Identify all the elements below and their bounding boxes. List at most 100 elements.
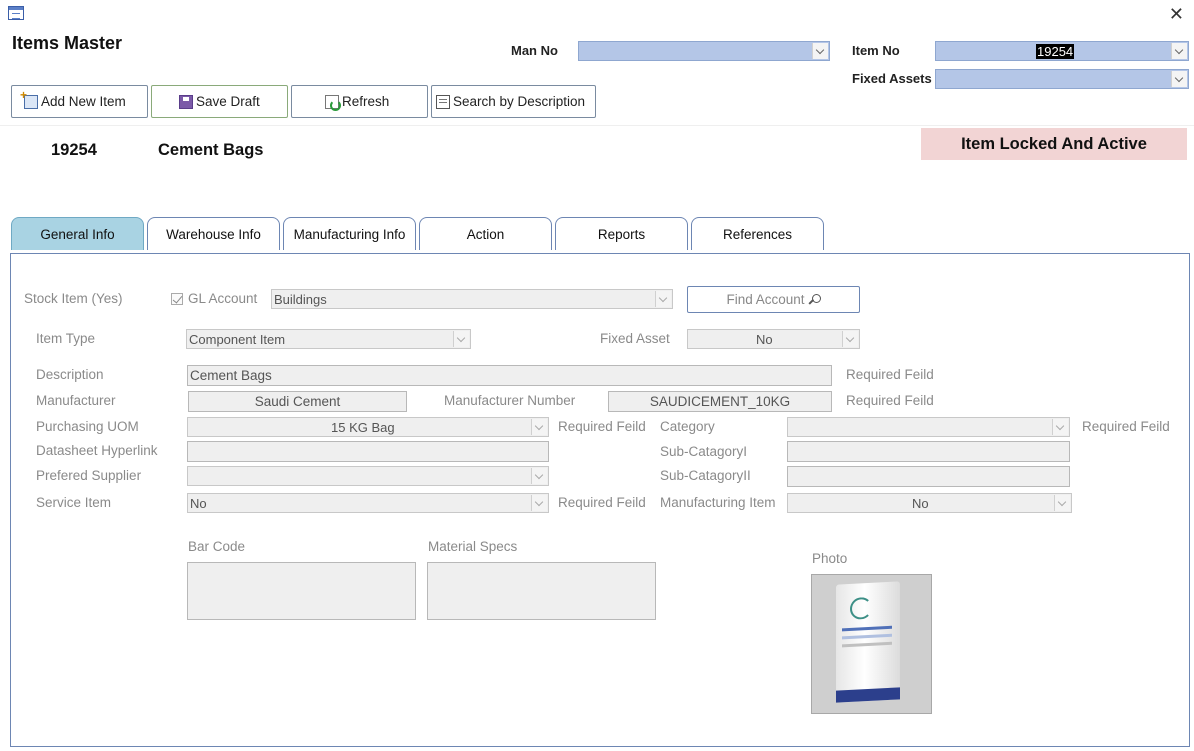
- search-by-description-label: Search by Description: [453, 94, 586, 109]
- service-item-value: No: [190, 496, 207, 511]
- sub-category2-label: Sub-CatagoryII: [660, 468, 751, 483]
- purchasing-uom-value: 15 KG Bag: [331, 420, 395, 435]
- add-new-item-button[interactable]: Add New Item: [11, 85, 148, 118]
- bag-band: [842, 625, 892, 632]
- description-required: Required Feild: [846, 367, 934, 382]
- refresh-icon: [325, 94, 341, 111]
- sub-category2-field[interactable]: [787, 466, 1070, 487]
- gl-account-checkbox[interactable]: [171, 293, 183, 305]
- sub-category1-field[interactable]: [787, 441, 1070, 462]
- page-title: Items Master: [12, 33, 123, 53]
- chevron-down-icon[interactable]: [1054, 495, 1070, 511]
- manufacturing-item-label: Manufacturing Item: [660, 495, 776, 510]
- fixed-asset-label: Fixed Asset: [600, 331, 670, 346]
- sub-category1-label: Sub-CatagoryI: [660, 444, 748, 459]
- bar-code-box[interactable]: [187, 562, 416, 620]
- item-name: Cement Bags: [158, 141, 264, 159]
- purchasing-uom-required: Required Feild: [558, 419, 646, 434]
- magnifier-icon: [809, 293, 821, 306]
- manufacturing-item-combo[interactable]: No: [787, 493, 1072, 513]
- add-new-item-label: Add New Item: [41, 94, 126, 109]
- chevron-down-icon[interactable]: [453, 331, 469, 347]
- bag-stripe: [836, 687, 900, 703]
- category-required: Required Feild: [1082, 419, 1170, 434]
- preferred-supplier-label: Prefered Supplier: [36, 468, 142, 483]
- category-combo[interactable]: [787, 417, 1070, 437]
- gl-account-label: GL Account: [188, 291, 258, 306]
- product-photo[interactable]: [811, 574, 932, 714]
- material-specs-label: Material Specs: [428, 539, 518, 554]
- photo-label: Photo: [812, 551, 848, 566]
- material-specs-box[interactable]: [427, 562, 656, 620]
- status-badge: Item Locked And Active: [921, 128, 1187, 160]
- manufacturer-number-label: Manufacturer Number: [444, 393, 576, 408]
- purchasing-uom-label: Purchasing UOM: [36, 419, 139, 434]
- refresh-label: Refresh: [342, 94, 390, 109]
- man-no-combo[interactable]: [578, 41, 830, 61]
- tab-general-info[interactable]: General Info: [11, 217, 144, 250]
- save-icon: [179, 94, 193, 109]
- search-icon: [436, 94, 450, 109]
- manufacturer-field[interactable]: Saudi Cement: [188, 391, 407, 412]
- fixed-asset-value: No: [756, 332, 773, 347]
- manufacturer-number-required: Required Feild: [846, 393, 934, 408]
- chevron-down-icon[interactable]: [531, 468, 547, 484]
- service-item-label: Service Item: [36, 495, 112, 510]
- datasheet-field[interactable]: [187, 441, 549, 462]
- item-no-combo[interactable]: 19254: [935, 41, 1189, 61]
- preferred-supplier-combo[interactable]: [187, 466, 549, 486]
- service-item-combo[interactable]: No: [187, 493, 549, 513]
- item-no-label: Item No: [852, 43, 900, 58]
- category-label: Category: [660, 419, 715, 434]
- tab-warehouse-info[interactable]: Warehouse Info: [147, 217, 280, 250]
- gl-account-combo[interactable]: Buildings: [271, 289, 673, 309]
- gl-account-value: Buildings: [274, 292, 327, 307]
- save-draft-button[interactable]: Save Draft: [151, 85, 288, 118]
- find-account-label: Find Account: [726, 292, 805, 307]
- search-by-description-button[interactable]: Search by Description: [431, 85, 596, 118]
- item-no-value: 19254: [1036, 44, 1075, 59]
- chevron-down-icon[interactable]: [531, 495, 547, 511]
- item-type-combo[interactable]: Component Item: [186, 329, 471, 349]
- purchasing-uom-combo[interactable]: 15 KG Bag: [187, 417, 549, 437]
- chevron-down-icon[interactable]: [1052, 419, 1068, 435]
- chevron-down-icon[interactable]: [531, 419, 547, 435]
- divider: [0, 125, 1194, 126]
- bag-logo-icon: [850, 596, 872, 620]
- close-icon[interactable]: ✕: [1169, 4, 1184, 25]
- description-value: Cement Bags: [190, 368, 272, 383]
- form-icon: [8, 6, 24, 20]
- fixed-assets-label: Fixed Assets: [852, 71, 932, 86]
- man-no-label: Man No: [511, 43, 558, 58]
- refresh-button[interactable]: Refresh: [291, 85, 428, 118]
- add-icon: [20, 88, 38, 109]
- manufacturer-value: Saudi Cement: [254, 394, 341, 409]
- item-type-value: Component Item: [189, 332, 286, 347]
- chevron-down-icon[interactable]: [1171, 71, 1187, 87]
- save-draft-label: Save Draft: [196, 94, 260, 109]
- description-field[interactable]: Cement Bags: [187, 365, 832, 386]
- tab-manufacturing-info[interactable]: Manufacturing Info: [283, 217, 416, 250]
- tab-reports[interactable]: Reports: [555, 217, 688, 250]
- fixed-assets-combo[interactable]: [935, 69, 1189, 89]
- find-account-button[interactable]: Find Account: [687, 286, 860, 313]
- fixed-asset-combo[interactable]: No: [687, 329, 860, 349]
- chevron-down-icon[interactable]: [812, 43, 828, 59]
- stock-item-label: Stock Item (Yes): [24, 291, 123, 306]
- chevron-down-icon[interactable]: [655, 291, 671, 307]
- tab-references[interactable]: References: [691, 217, 824, 250]
- service-item-required: Required Feild: [558, 495, 646, 510]
- tab-action[interactable]: Action: [419, 217, 552, 250]
- chevron-down-icon[interactable]: [842, 331, 858, 347]
- item-type-label: Item Type: [36, 331, 96, 346]
- manufacturer-number-value: SAUDICEMENT_10KG: [649, 394, 791, 409]
- chevron-down-icon[interactable]: [1171, 43, 1187, 59]
- manufacturing-item-value: No: [912, 496, 929, 511]
- item-number: 19254: [51, 141, 97, 159]
- bar-code-label: Bar Code: [188, 539, 246, 554]
- datasheet-label: Datasheet Hyperlink: [36, 443, 158, 458]
- description-label: Description: [36, 367, 104, 382]
- manufacturer-number-field[interactable]: SAUDICEMENT_10KG: [608, 391, 832, 412]
- cement-bag-image: [836, 581, 900, 703]
- manufacturer-label: Manufacturer: [36, 393, 116, 408]
